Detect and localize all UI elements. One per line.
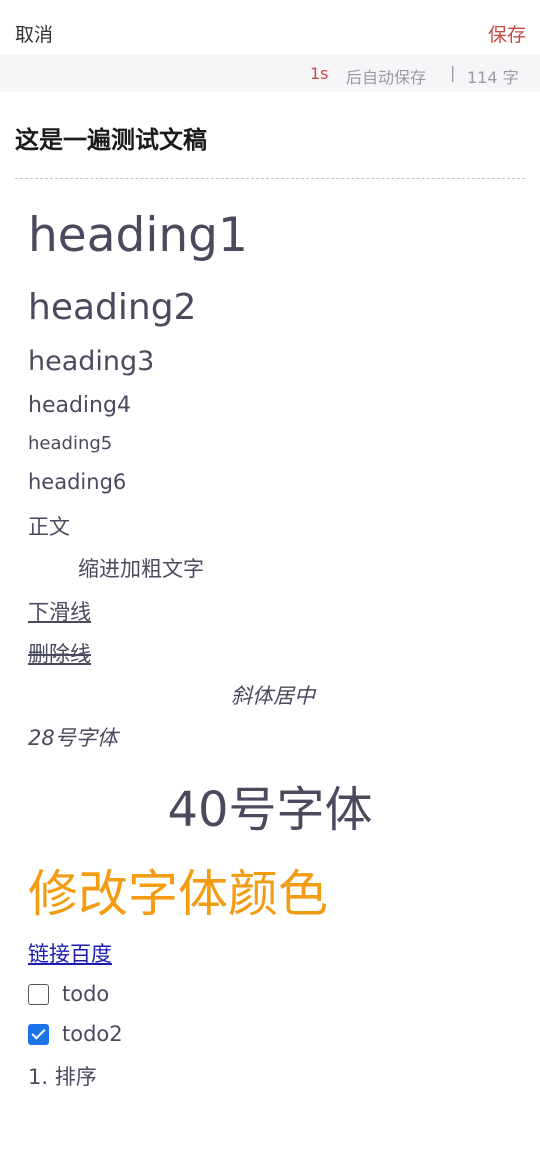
todo-checkbox-checked[interactable] [28,1024,49,1045]
autosave-label: 后自动保存 [346,68,427,87]
document-title[interactable]: 这是一遍测试文稿 [15,120,207,155]
heading-1[interactable]: heading1 [28,208,248,263]
todo-label[interactable]: todo [62,982,109,1006]
autosave-info-bar: 1s 后自动保存 | 114 字 [0,54,540,92]
size-28-paragraph[interactable]: 28号字体 [28,722,118,752]
top-bar: 取消 保存 [0,12,540,52]
word-count: 114 字 [467,68,519,87]
baidu-link[interactable]: 链接百度 [28,938,112,968]
todo-label[interactable]: todo2 [62,1022,123,1046]
heading-4[interactable]: heading4 [28,393,131,418]
indented-bold-paragraph[interactable]: 缩进加粗文字 [78,553,204,583]
italic-centered-paragraph[interactable]: 斜体居中 [28,680,518,710]
info-separator: | [450,63,456,82]
colored-paragraph[interactable]: 修改字体颜色 [28,854,328,926]
strikethrough-paragraph[interactable]: 删除线 [28,638,91,668]
heading-5[interactable]: heading5 [28,433,112,454]
todo-checkbox[interactable] [28,984,49,1005]
title-divider [15,178,525,179]
ordered-list-item[interactable]: 1. 排序 [28,1061,97,1091]
underlined-paragraph[interactable]: 下滑线 [28,596,91,626]
heading-3[interactable]: heading3 [28,346,154,377]
save-button[interactable]: 保存 [488,20,526,47]
cancel-button[interactable]: 取消 [15,20,53,47]
autosave-countdown: 1s [310,64,329,83]
heading-2[interactable]: heading2 [28,287,196,328]
size-40-paragraph[interactable]: 40号字体 [28,770,512,840]
body-paragraph[interactable]: 正文 [28,511,70,541]
heading-6[interactable]: heading6 [28,470,126,494]
